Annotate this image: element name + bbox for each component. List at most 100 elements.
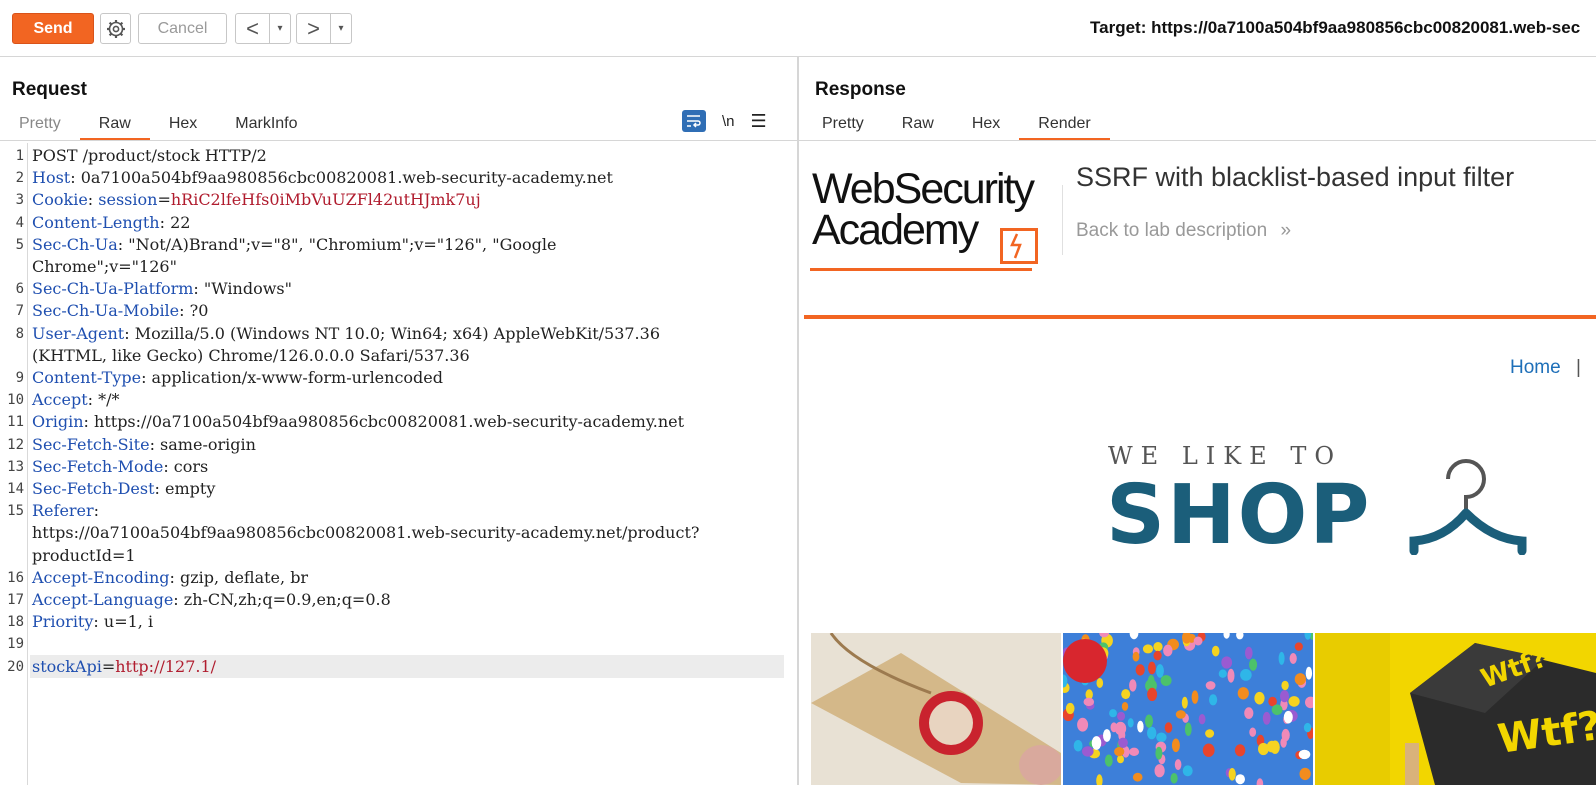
forward-history-dropdown[interactable]: ▾	[331, 14, 351, 43]
code-segment: :	[87, 190, 99, 210]
code-segment: POST /product/stock HTTP/2	[32, 146, 267, 165]
line-number: 8	[15, 325, 24, 342]
request-tab-raw[interactable]: Raw	[79, 109, 150, 141]
back-to-lab-link[interactable]: Back to lab description »	[1076, 220, 1291, 242]
panel-divider[interactable]	[797, 57, 799, 785]
code-segment: (KHTML, like Gecko) Chrome/126.0.0.0 Saf…	[32, 345, 470, 365]
logo-underline	[810, 268, 1032, 271]
response-title: Response	[815, 79, 906, 100]
code-text: Cookie: session=hRiC2lfeHfs0iMbVuUZFl42u…	[32, 189, 481, 211]
header-name: Host	[32, 168, 71, 188]
request-tab-markinfo[interactable]: MarkInfo	[216, 109, 316, 139]
forward-button[interactable]: >	[297, 14, 331, 43]
code-text: Sec-Ch-Ua-Mobile: ?0	[32, 300, 208, 322]
cancel-button[interactable]: Cancel	[138, 13, 227, 44]
header-name: Sec-Fetch-Mode	[32, 456, 164, 476]
response-tab-hex[interactable]: Hex	[953, 109, 1019, 139]
response-tab-render[interactable]: Render	[1019, 109, 1111, 141]
code-segment: : ?0	[179, 301, 209, 321]
code-segment: :	[93, 501, 100, 521]
target-url[interactable]: Target: https://0a7100a504bf9aa980856cbc…	[1090, 18, 1580, 38]
line-number: 17	[7, 592, 24, 608]
code-segment: : "Not/A)Brand";v="8", "Chromium";v="126…	[117, 234, 557, 254]
code-segment: productId=1	[32, 545, 136, 565]
response-render-view[interactable]: WebSecurity Academy SSRF with blacklist-…	[804, 145, 1596, 785]
settings-button[interactable]	[100, 13, 131, 44]
request-tab-pretty[interactable]: Pretty	[0, 109, 80, 139]
line-number: 3	[15, 192, 24, 209]
code-text: Priority: u=1, i	[32, 611, 153, 633]
logo-line-1: WebSecurity	[812, 165, 1035, 213]
nav-separator: |	[1576, 357, 1581, 378]
line-number: 13	[7, 458, 24, 475]
code-segment: : application/x-www-form-urlencoded	[141, 368, 443, 387]
line-number: 14	[7, 481, 24, 497]
code-text: Content-Length: 22	[32, 212, 190, 234]
response-tab-raw[interactable]: Raw	[883, 109, 953, 139]
line-number: 15	[7, 503, 24, 520]
header-name: Accept-Encoding	[32, 567, 170, 587]
response-tabs-divider	[799, 140, 1596, 141]
line-number: 19	[7, 636, 24, 653]
home-link[interactable]: Home	[1510, 357, 1561, 379]
highlighted-value: http://127.1/	[115, 656, 217, 676]
code-segment: : empty	[154, 479, 216, 498]
line-number: 7	[15, 303, 24, 320]
code-text: Sec-Ch-Ua: "Not/A)Brand";v="8", "Chromiu…	[32, 234, 556, 256]
header-separator	[1062, 185, 1063, 255]
mousetrap-image	[811, 633, 1061, 785]
product-image-balloons[interactable]	[1063, 633, 1313, 785]
newline-toggle[interactable]: \n	[722, 113, 735, 130]
back-history-dropdown[interactable]: ▾	[270, 14, 290, 43]
code-segment: : 0a7100a504bf9aa980856cbc00820081.web-s…	[70, 168, 613, 188]
line-number: 20	[7, 658, 24, 675]
code-text: User-Agent: Mozilla/5.0 (Windows NT 10.0…	[32, 323, 660, 345]
header-name: User-Agent	[32, 323, 125, 343]
code-segment: =	[101, 656, 116, 676]
request-tabs: Pretty Raw Hex MarkInfo	[0, 109, 317, 141]
request-tab-hex[interactable]: Hex	[150, 109, 216, 139]
code-text: Content-Type: application/x-www-form-url…	[32, 367, 443, 389]
code-text: Accept-Encoding: gzip, deflate, br	[32, 567, 308, 589]
line-number: 4	[15, 214, 24, 231]
line-number: 6	[15, 281, 24, 298]
logo-line-2: Academy	[812, 206, 979, 254]
code-text: (KHTML, like Gecko) Chrome/126.0.0.0 Saf…	[32, 345, 470, 367]
lab-title: SSRF with blacklist-based input filter	[1076, 162, 1515, 192]
header-name: Origin	[32, 412, 84, 432]
code-text: POST /product/stock HTTP/2	[32, 145, 267, 167]
code-text: Referer:	[32, 500, 99, 522]
code-segment: : Mozilla/5.0 (Windows NT 10.0; Win64; x…	[124, 323, 660, 343]
code-text: Origin: https://0a7100a504bf9aa980856cbc…	[32, 411, 684, 433]
code-segment: : same-origin	[149, 434, 256, 454]
header-name: Content-Length	[32, 212, 160, 232]
header-name: Referer	[32, 501, 94, 521]
response-tabs: Pretty Raw Hex Render	[803, 109, 1111, 141]
send-button[interactable]: Send	[12, 13, 94, 44]
code-segment: Chrome";v="126"	[32, 257, 177, 276]
code-segment: : gzip, deflate, br	[169, 567, 309, 587]
product-image-wtf-game[interactable]: Wtf? Wtf?	[1315, 633, 1596, 785]
code-segment: : cors	[163, 456, 209, 476]
request-tools: \n ☰	[682, 110, 767, 132]
request-editor[interactable]: 1 POST /product/stock HTTP/2 2 Host: 0a7100…	[0, 143, 797, 785]
back-link-label: Back to lab description	[1076, 220, 1268, 241]
balloons-image	[1063, 633, 1313, 785]
request-tabs-divider	[0, 140, 797, 141]
header-name: Content-Type	[32, 368, 142, 387]
menu-icon[interactable]: ☰	[751, 111, 767, 132]
code-segment: : "Windows"	[193, 279, 292, 299]
line-number: 12	[7, 436, 24, 453]
code-segment: : 22	[159, 212, 191, 232]
product-image-mousetrap[interactable]	[811, 633, 1061, 785]
back-button[interactable]: <	[236, 14, 270, 43]
wrap-lines-button[interactable]	[682, 110, 706, 132]
line-number: 16	[7, 569, 24, 586]
code-text: stockApi=http://127.1/	[32, 656, 216, 678]
web-security-academy-logo[interactable]: WebSecurity Academy	[810, 165, 1060, 271]
code-text: https://0a7100a504bf9aa980856cbc00820081…	[32, 522, 699, 544]
response-tab-pretty[interactable]: Pretty	[803, 109, 883, 139]
header-name: Priority	[32, 612, 94, 632]
hanger-icon	[1409, 459, 1527, 555]
code-text: productId=1	[32, 545, 136, 567]
